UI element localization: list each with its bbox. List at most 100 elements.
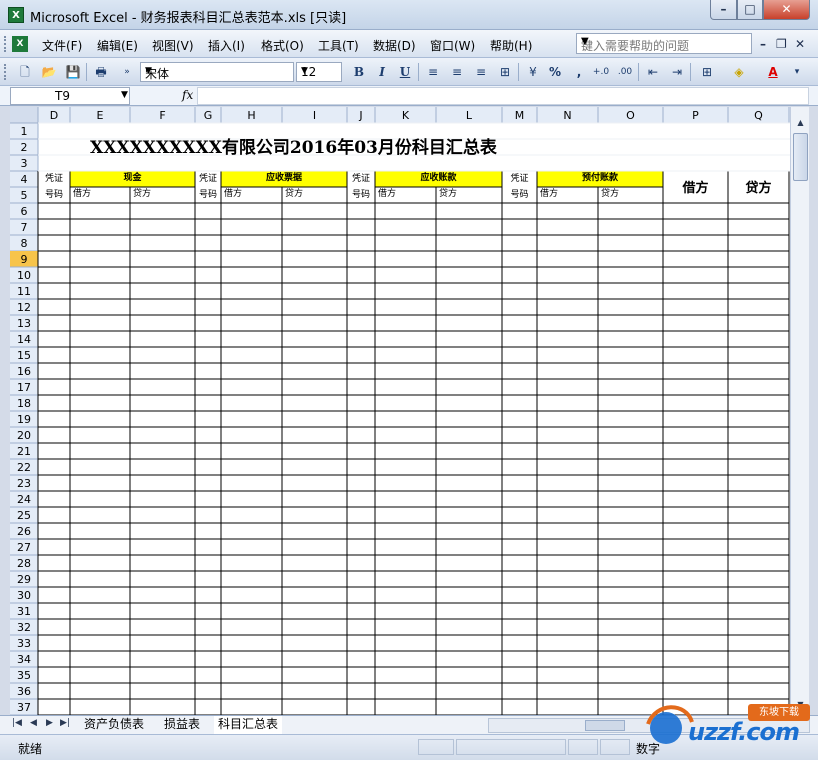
menu-view[interactable]: 视图(V) [152,37,194,54]
row-header-32[interactable]: 32 [10,620,38,635]
row-header-3[interactable]: 3 [10,156,38,171]
align-left-icon[interactable]: ≡ [424,63,442,81]
next-sheet-icon[interactable]: ▶ [46,718,53,728]
column-header-d[interactable]: D [38,108,70,123]
row-header-31[interactable]: 31 [10,604,38,619]
maximize-button[interactable]: □ [737,0,763,20]
column-header-g[interactable]: G [195,108,221,123]
menu-tools[interactable]: 工具(T) [318,37,359,54]
sheet-tab-income[interactable]: 损益表 [160,716,204,734]
row-header-15[interactable]: 15 [10,348,38,363]
print-icon[interactable]: 🖶 [92,63,110,81]
row-header-13[interactable]: 13 [10,316,38,331]
help-search-input[interactable]: 键入需要帮助的问题 ▼ [576,33,752,54]
sheet-tab-balance[interactable]: 资产负债表 [80,716,148,734]
chevron-down-icon[interactable]: ▼ [581,36,749,47]
toolbar-overflow-icon[interactable]: ▾ [788,63,806,81]
row-header-12[interactable]: 12 [10,300,38,315]
row-header-19[interactable]: 19 [10,412,38,427]
font-name-select[interactable]: 宋体 ▼ [140,62,294,82]
doc-restore-icon[interactable]: ❐ [776,37,787,51]
row-header-21[interactable]: 21 [10,444,38,459]
workbook-icon[interactable]: X [12,36,28,52]
new-document-icon[interactable]: 🗋 [16,63,34,81]
menu-help[interactable]: 帮助(H) [490,37,532,54]
sheet-title[interactable]: XXXXXXXXXX有限公司2016年03月份科目汇总表 [90,133,690,158]
name-box[interactable]: T9 ▼ [10,87,130,105]
column-header-h[interactable]: H [221,108,282,123]
first-sheet-icon[interactable]: |◀ [12,718,22,728]
comma-button[interactable]: , [570,63,588,81]
row-header-37[interactable]: 37 [10,700,38,715]
row-header-33[interactable]: 33 [10,636,38,651]
worksheet-grid[interactable]: D E F G H I J K L M N O P Q 1 2 3 4 5 6 7 8 9 10 11 12 13 14 15 16 17 1… [10,107,790,715]
underline-button[interactable]: U [396,63,414,81]
column-header-j[interactable]: J [347,108,375,123]
row-header-29[interactable]: 29 [10,572,38,587]
menu-format[interactable]: 格式(O) [261,37,304,54]
row-header-9[interactable]: 9 [10,252,38,267]
menu-insert[interactable]: 插入(I) [208,37,245,54]
row-header-10[interactable]: 10 [10,268,38,283]
borders-icon[interactable]: ⊞ [698,63,716,81]
decrease-indent-icon[interactable]: ⇤ [644,63,662,81]
row-header-6[interactable]: 6 [10,204,38,219]
chevron-down-icon[interactable]: ▼ [121,90,128,100]
row-header-11[interactable]: 11 [10,284,38,299]
row-header-27[interactable]: 27 [10,540,38,555]
row-header-24[interactable]: 24 [10,492,38,507]
column-header-p[interactable]: P [663,108,728,123]
row-header-22[interactable]: 22 [10,460,38,475]
minimize-button[interactable]: – [710,0,737,20]
row-header-36[interactable]: 36 [10,684,38,699]
italic-button[interactable]: I [373,63,391,81]
percent-button[interactable]: % [546,63,564,81]
row-header-14[interactable]: 14 [10,332,38,347]
menu-edit[interactable]: 编辑(E) [97,37,138,54]
increase-indent-icon[interactable]: ⇥ [668,63,686,81]
row-header-28[interactable]: 28 [10,556,38,571]
insert-function-button[interactable]: fx [182,88,193,102]
row-header-2[interactable]: 2 [10,140,38,155]
save-icon[interactable]: 💾 [64,63,82,81]
row-header-25[interactable]: 25 [10,508,38,523]
column-header-m[interactable]: M [502,108,537,123]
decrease-decimal-icon[interactable]: .00 [616,63,634,81]
column-header-n[interactable]: N [537,108,598,123]
merge-center-icon[interactable]: ⊞ [496,63,514,81]
doc-minimize-icon[interactable]: – [760,37,766,51]
row-header-17[interactable]: 17 [10,380,38,395]
bold-button[interactable]: B [350,63,368,81]
fill-color-icon[interactable]: ◈ [730,63,748,81]
row-header-4[interactable]: 4 [10,172,38,187]
row-header-34[interactable]: 34 [10,652,38,667]
chevron-down-icon[interactable]: ▼ [145,66,291,76]
column-header-e[interactable]: E [70,108,130,123]
column-header-k[interactable]: K [375,108,436,123]
align-right-icon[interactable]: ≡ [472,63,490,81]
last-sheet-icon[interactable]: ▶| [60,718,70,728]
close-button[interactable]: ✕ [763,0,810,20]
row-header-35[interactable]: 35 [10,668,38,683]
column-header-i[interactable]: I [282,108,347,123]
row-header-5[interactable]: 5 [10,188,38,203]
formula-input[interactable] [197,87,809,105]
doc-close-icon[interactable]: ✕ [795,37,805,51]
row-header-8[interactable]: 8 [10,236,38,251]
vertical-scrollbar[interactable]: ▲ ▼ [790,107,809,715]
menu-file[interactable]: 文件(F) [42,37,82,54]
row-header-20[interactable]: 20 [10,428,38,443]
increase-decimal-icon[interactable]: +.0 [592,63,610,81]
column-header-f[interactable]: F [130,108,195,123]
column-header-l[interactable]: L [436,108,502,123]
row-header-30[interactable]: 30 [10,588,38,603]
open-folder-icon[interactable]: 📂 [40,63,58,81]
menu-data[interactable]: 数据(D) [373,37,416,54]
toolbar-grip[interactable] [4,64,7,80]
row-header-1[interactable]: 1 [10,124,38,139]
currency-icon[interactable]: ¥ [524,63,542,81]
menubar-grip[interactable] [4,36,7,52]
row-header-16[interactable]: 16 [10,364,38,379]
align-center-icon[interactable]: ≡ [448,63,466,81]
row-header-18[interactable]: 18 [10,396,38,411]
